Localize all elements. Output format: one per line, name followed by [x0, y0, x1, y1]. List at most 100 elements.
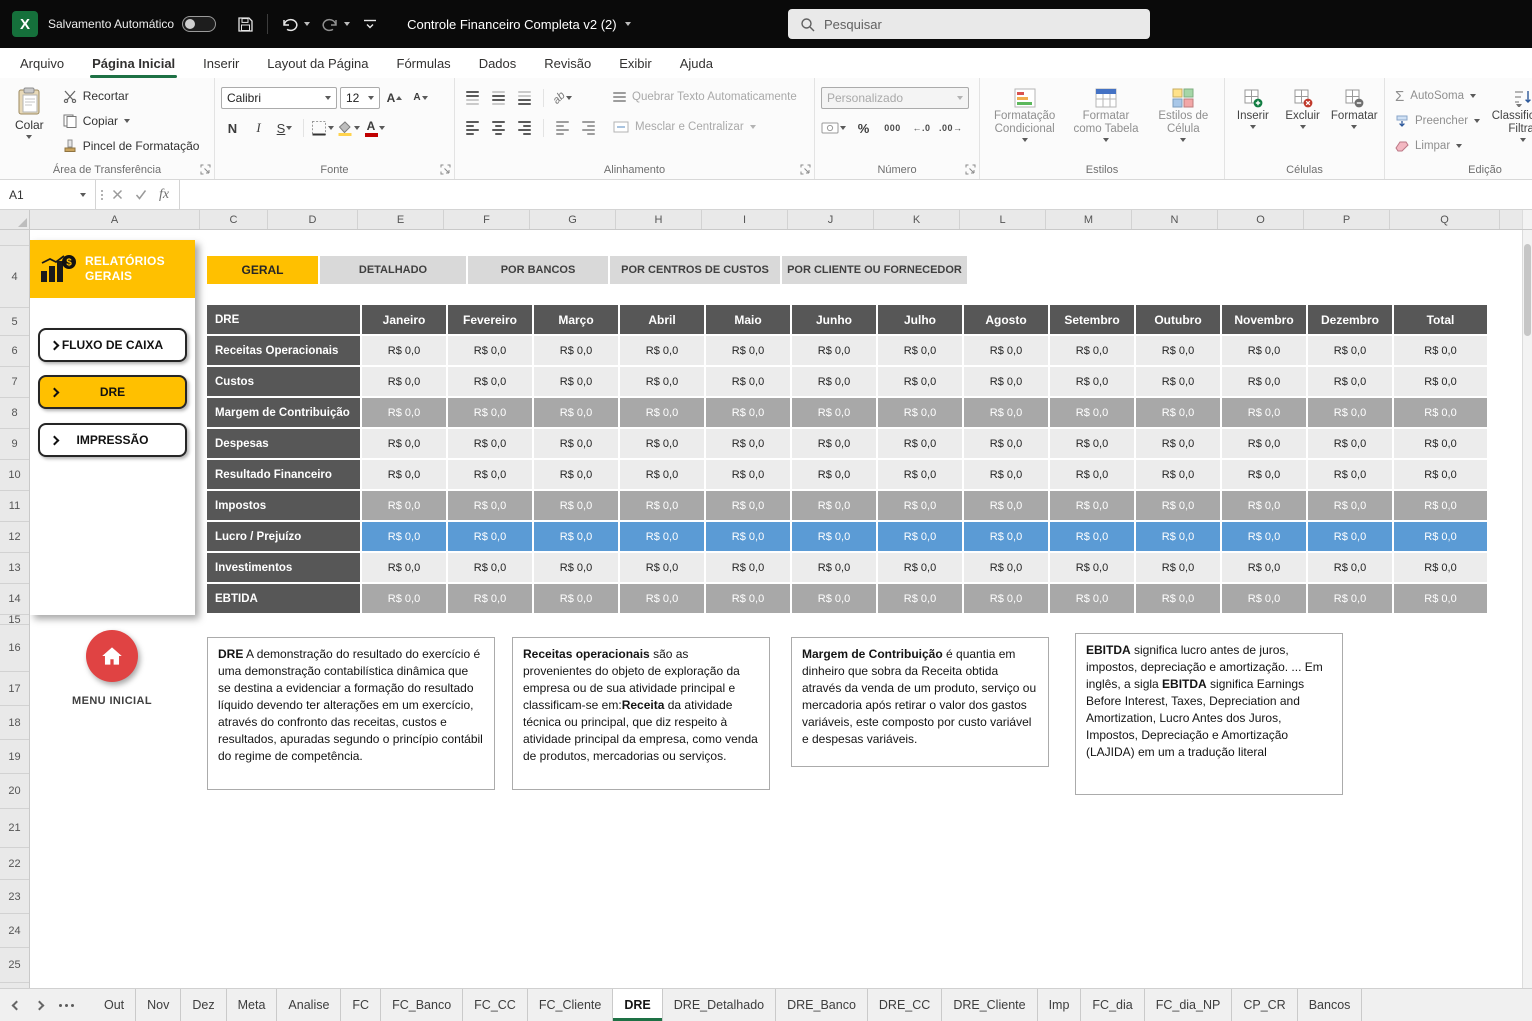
sheet-tab-dre-banco[interactable]: DRE_Banco	[776, 989, 868, 1021]
table-header-marco[interactable]: Março	[534, 305, 620, 336]
cell-margem-de-contribuicao-marco[interactable]: R$ 0,0	[534, 398, 620, 429]
search-input[interactable]: Pesquisar	[788, 9, 1150, 39]
cell-receitas-operacionais-novembro[interactable]: R$ 0,0	[1222, 336, 1308, 367]
insert-function-icon[interactable]: fx	[159, 187, 169, 203]
save-icon[interactable]	[232, 11, 258, 37]
cell-resultado-financeiro-fevereiro[interactable]: R$ 0,0	[448, 460, 534, 491]
underline-button[interactable]: S	[273, 117, 296, 139]
cell-lucro-prejuizo-novembro[interactable]: R$ 0,0	[1222, 522, 1308, 553]
cell-impostos-fevereiro[interactable]: R$ 0,0	[448, 491, 534, 522]
cell-investimentos-outubro[interactable]: R$ 0,0	[1136, 553, 1222, 584]
clear-button[interactable]: Limpar	[1391, 135, 1484, 157]
italic-button[interactable]: I	[247, 117, 270, 139]
document-title[interactable]: Controle Financeiro Completa v2 (2)	[407, 17, 638, 32]
cell-resultado-financeiro-marco[interactable]: R$ 0,0	[534, 460, 620, 491]
cell-despesas-dezembro[interactable]: R$ 0,0	[1308, 429, 1394, 460]
sheet-tab-imp[interactable]: Imp	[1038, 989, 1082, 1021]
cell-despesas-outubro[interactable]: R$ 0,0	[1136, 429, 1222, 460]
cell-impostos-janeiro[interactable]: R$ 0,0	[362, 491, 448, 522]
row-header-25[interactable]: 25	[0, 948, 29, 983]
wrap-text-button[interactable]: Quebrar Texto Automaticamente	[608, 85, 802, 109]
cell-resultado-financeiro-junho[interactable]: R$ 0,0	[792, 460, 878, 491]
sheet-tab-fc[interactable]: FC	[341, 989, 381, 1021]
cell-despesas-maio[interactable]: R$ 0,0	[706, 429, 792, 460]
menu-tab-formulas[interactable]: Fórmulas	[383, 48, 465, 78]
select-all-corner[interactable]	[0, 210, 30, 229]
cell-ebtida-junho[interactable]: R$ 0,0	[792, 584, 878, 615]
menu-tab-inserir[interactable]: Inserir	[189, 48, 253, 78]
sheet-tab-dre-cliente[interactable]: DRE_Cliente	[942, 989, 1037, 1021]
cell-investimentos-agosto[interactable]: R$ 0,0	[964, 553, 1050, 584]
column-header-H[interactable]: H	[616, 210, 702, 229]
cell-lucro-prejuizo-marco[interactable]: R$ 0,0	[534, 522, 620, 553]
home-button[interactable]	[86, 630, 138, 682]
cell-resultado-financeiro-novembro[interactable]: R$ 0,0	[1222, 460, 1308, 491]
cell-impostos-julho[interactable]: R$ 0,0	[878, 491, 964, 522]
comma-style-button[interactable]: 000	[881, 117, 904, 139]
cell-custos-agosto[interactable]: R$ 0,0	[964, 367, 1050, 398]
cell-impostos-marco[interactable]: R$ 0,0	[534, 491, 620, 522]
cell-ebtida-outubro[interactable]: R$ 0,0	[1136, 584, 1222, 615]
align-right-button[interactable]	[513, 117, 536, 139]
report-tab-por-centros-de-custos[interactable]: POR CENTROS DE CUSTOS	[610, 256, 780, 284]
vertical-scrollbar-thumb[interactable]	[1524, 244, 1531, 336]
insert-cells-button[interactable]: Inserir	[1231, 85, 1275, 129]
report-tab-detalhado[interactable]: DETALHADO	[320, 256, 466, 284]
column-header-J[interactable]: J	[788, 210, 874, 229]
cell-despesas-setembro[interactable]: R$ 0,0	[1050, 429, 1136, 460]
cell-receitas-operacionais-setembro[interactable]: R$ 0,0	[1050, 336, 1136, 367]
paste-button[interactable]: Colar	[6, 85, 53, 157]
cell-custos-setembro[interactable]: R$ 0,0	[1050, 367, 1136, 398]
clipboard-dialog-launcher[interactable]	[200, 164, 211, 175]
report-tab-geral[interactable]: GERAL	[207, 256, 318, 284]
cell-despesas-abril[interactable]: R$ 0,0	[620, 429, 706, 460]
row-label-receitas-operacionais[interactable]: Receitas Operacionais	[207, 336, 362, 367]
column-header-D[interactable]: D	[268, 210, 358, 229]
font-size-select[interactable]: 12	[340, 87, 380, 109]
sheet-tab-nov[interactable]: Nov	[136, 989, 181, 1021]
table-header-novembro[interactable]: Novembro	[1222, 305, 1308, 336]
sheet-tab-out[interactable]: Out	[93, 989, 136, 1021]
cell-receitas-operacionais-julho[interactable]: R$ 0,0	[878, 336, 964, 367]
menu-inicial[interactable]: MENU INICIAL	[53, 630, 171, 707]
cell-lucro-prejuizo-fevereiro[interactable]: R$ 0,0	[448, 522, 534, 553]
table-header-agosto[interactable]: Agosto	[964, 305, 1050, 336]
row-header-19[interactable]: 19	[0, 740, 29, 774]
format-as-table-button[interactable]: Formatar como Tabela	[1067, 85, 1144, 142]
cell-ebtida-julho[interactable]: R$ 0,0	[878, 584, 964, 615]
row-header-11[interactable]: 11	[0, 491, 29, 522]
alignment-dialog-launcher[interactable]	[800, 164, 811, 175]
cell-receitas-operacionais-fevereiro[interactable]: R$ 0,0	[448, 336, 534, 367]
row-header-6[interactable]: 6	[0, 336, 29, 367]
cell-impostos-dezembro[interactable]: R$ 0,0	[1308, 491, 1394, 522]
sidebar-button-impressao[interactable]: IMPRESSÃO	[38, 423, 187, 457]
sheet-tab-dre-cc[interactable]: DRE_CC	[868, 989, 942, 1021]
row-label-impostos[interactable]: Impostos	[207, 491, 362, 522]
font-color-button[interactable]: A	[363, 117, 386, 139]
cell-despesas-janeiro[interactable]: R$ 0,0	[362, 429, 448, 460]
column-header-A[interactable]: A	[30, 210, 200, 229]
sheet-tab-analise[interactable]: Analise	[277, 989, 341, 1021]
cell-lucro-prejuizo-setembro[interactable]: R$ 0,0	[1050, 522, 1136, 553]
table-header-fevereiro[interactable]: Fevereiro	[448, 305, 534, 336]
cell-receitas-operacionais-janeiro[interactable]: R$ 0,0	[362, 336, 448, 367]
table-header-setembro[interactable]: Setembro	[1050, 305, 1136, 336]
menu-tab-ajuda[interactable]: Ajuda	[666, 48, 727, 78]
table-header-outubro[interactable]: Outubro	[1136, 305, 1222, 336]
cell-impostos-total[interactable]: R$ 0,0	[1394, 491, 1489, 522]
column-header-N[interactable]: N	[1132, 210, 1218, 229]
row-header-15[interactable]: 15	[0, 615, 29, 625]
decrease-decimal-button[interactable]: .00→	[939, 117, 963, 139]
accounting-format-button[interactable]	[821, 117, 846, 139]
vertical-scrollbar[interactable]	[1522, 230, 1532, 988]
autosave-toggle[interactable]	[182, 16, 216, 32]
cell-investimentos-maio[interactable]: R$ 0,0	[706, 553, 792, 584]
menu-tab-exibir[interactable]: Exibir	[605, 48, 666, 78]
borders-button[interactable]	[311, 117, 334, 139]
merge-center-button[interactable]: Mesclar e Centralizar	[608, 115, 802, 139]
column-header-Q[interactable]: Q	[1390, 210, 1500, 229]
name-box[interactable]: A1	[0, 180, 96, 209]
row-header-4[interactable]: 4	[0, 246, 29, 308]
column-header-K[interactable]: K	[874, 210, 960, 229]
cell-lucro-prejuizo-maio[interactable]: R$ 0,0	[706, 522, 792, 553]
